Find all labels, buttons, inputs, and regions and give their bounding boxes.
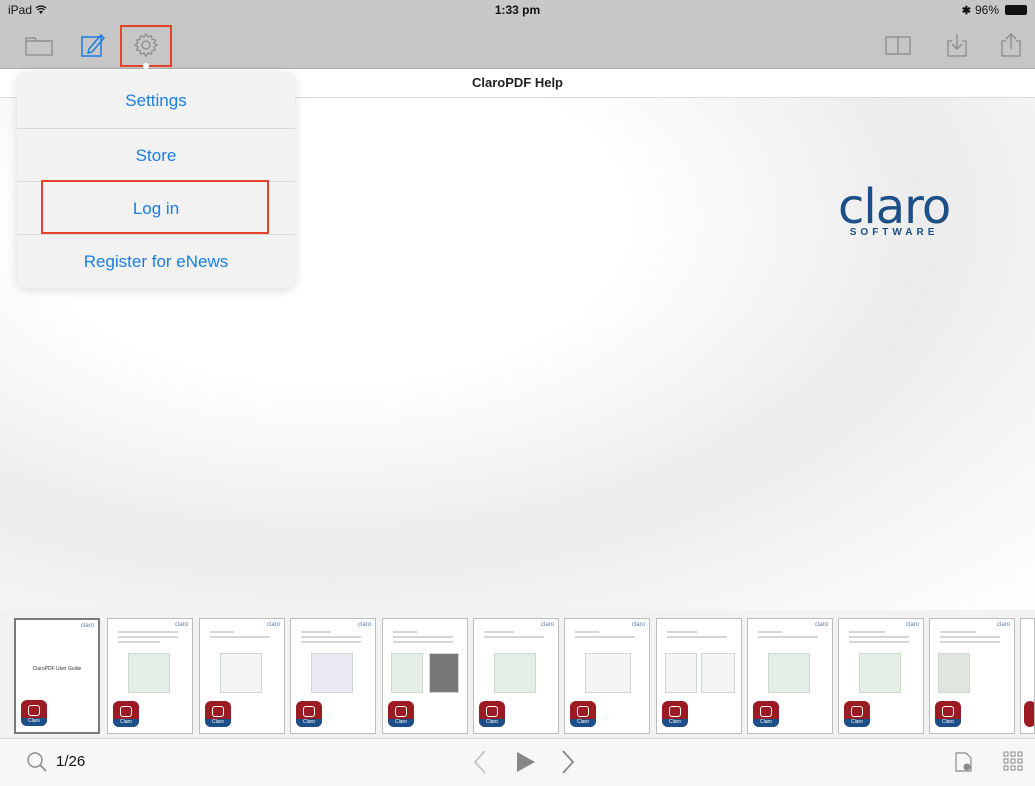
logo-subtext: SOFTWARE [849, 227, 939, 238]
grid-view-icon[interactable] [1003, 751, 1023, 771]
share-icon[interactable] [996, 31, 1026, 59]
thumb-image [665, 653, 697, 693]
thumb-image [220, 653, 262, 693]
thumb-logo: claro [540, 622, 554, 628]
thumb-logo: claro [814, 622, 828, 628]
gear-highlight [120, 25, 172, 67]
menu-item-label: Register for eNews [83, 252, 229, 271]
thumb-image [391, 653, 423, 693]
page-thumbnail[interactable]: claro Claro [747, 618, 833, 734]
menu-item-label: Store [135, 146, 177, 165]
status-time: 1:33 pm [494, 3, 541, 17]
thumb-text-lines [940, 631, 1000, 646]
claro-app-icon: Claro [21, 700, 47, 726]
status-bar: iPad 1:33 pm ✱ 96% [0, 0, 1035, 22]
bluetooth-icon: ✱ [961, 4, 971, 17]
menu-item-settings[interactable]: Settings [17, 74, 295, 128]
page-thumbnail[interactable]: claro Claro [838, 618, 924, 734]
menu-item-label: Settings [125, 91, 187, 110]
thumb-text-lines [301, 631, 361, 646]
thumb-image [768, 653, 810, 693]
page-thumbnail[interactable]: claro ClaroPDF User Guide Claro [14, 618, 100, 734]
thumb-text-lines [484, 631, 544, 641]
thumb-image [701, 653, 735, 693]
thumb-image [429, 653, 459, 693]
thumb-text-lines [118, 631, 178, 646]
thumb-text-lines [849, 631, 909, 646]
thumb-logo: claro [905, 622, 919, 628]
page-thumbnail[interactable]: claro Claro [473, 618, 559, 734]
battery-icon [1005, 5, 1027, 15]
claro-app-icon: Claro [479, 701, 505, 727]
thumb-image [494, 653, 536, 693]
claro-app-icon: Claro [662, 701, 688, 727]
book-icon[interactable] [883, 31, 913, 59]
page-thumbnail[interactable]: claro Claro [929, 618, 1015, 734]
thumb-image [311, 653, 353, 693]
page-thumbnail[interactable] [1020, 618, 1035, 734]
claro-app-icon: Claro [570, 701, 596, 727]
page-thumbnail[interactable]: Claro [382, 618, 468, 734]
search-icon[interactable] [26, 751, 48, 773]
thumb-logo: claro [996, 622, 1010, 628]
next-page-icon[interactable] [560, 749, 576, 775]
page-thumbnail[interactable]: claro Claro [290, 618, 376, 734]
claro-app-icon: Claro [844, 701, 870, 727]
claro-app-icon: Claro [935, 701, 961, 727]
thumb-text-lines [210, 631, 270, 641]
page-indicator: 1/26 [56, 753, 86, 770]
status-right: ✱ 96% [962, 3, 1027, 17]
battery-percent: 96% [974, 3, 999, 17]
edit-icon[interactable] [78, 31, 108, 59]
thumb-logo: claro [631, 622, 645, 628]
thumb-logo: claro [80, 623, 94, 629]
thumb-text-lines [758, 631, 818, 641]
claro-app-icon: Claro [205, 701, 231, 727]
prev-page-icon[interactable] [472, 749, 488, 775]
login-highlight [41, 180, 269, 234]
thumb-text-lines [575, 631, 635, 641]
claro-logo: claro SOFTWARE [838, 179, 951, 238]
claro-app-icon: Claro [388, 701, 414, 727]
thumb-text-lines [667, 631, 727, 641]
menu-item-store[interactable]: Store [17, 128, 295, 183]
page-thumbnail[interactable]: claro Claro [564, 618, 650, 734]
menu-item-register[interactable]: Register for eNews [17, 234, 295, 289]
claro-app-icon [1024, 701, 1034, 727]
thumbnail-strip[interactable]: claro ClaroPDF User Guide Claro claro Cl… [0, 610, 1035, 738]
thumb-image [859, 653, 901, 693]
claro-app-icon: Claro [753, 701, 779, 727]
page-settings-icon[interactable] [953, 751, 975, 773]
page-thumbnail[interactable]: claro Claro [107, 618, 193, 734]
thumb-text-lines [393, 631, 453, 646]
thumb-image [128, 653, 170, 693]
thumb-logo: claro [266, 622, 280, 628]
bottom-bar: 1/26 [0, 738, 1035, 786]
thumb-logo: claro [174, 622, 188, 628]
thumb-image [938, 653, 970, 693]
play-icon[interactable] [512, 749, 538, 775]
claro-app-icon: Claro [296, 701, 322, 727]
thumb-title: ClaroPDF User Guide [32, 666, 82, 672]
page-thumbnail[interactable]: Claro [656, 618, 742, 734]
thumb-logo: claro [357, 622, 371, 628]
folder-icon[interactable] [24, 31, 54, 59]
logo-text: claro [838, 179, 951, 235]
claro-app-icon: Claro [113, 701, 139, 727]
thumb-image [585, 653, 631, 693]
page-thumbnail[interactable]: claro Claro [199, 618, 285, 734]
download-icon[interactable] [942, 31, 972, 59]
